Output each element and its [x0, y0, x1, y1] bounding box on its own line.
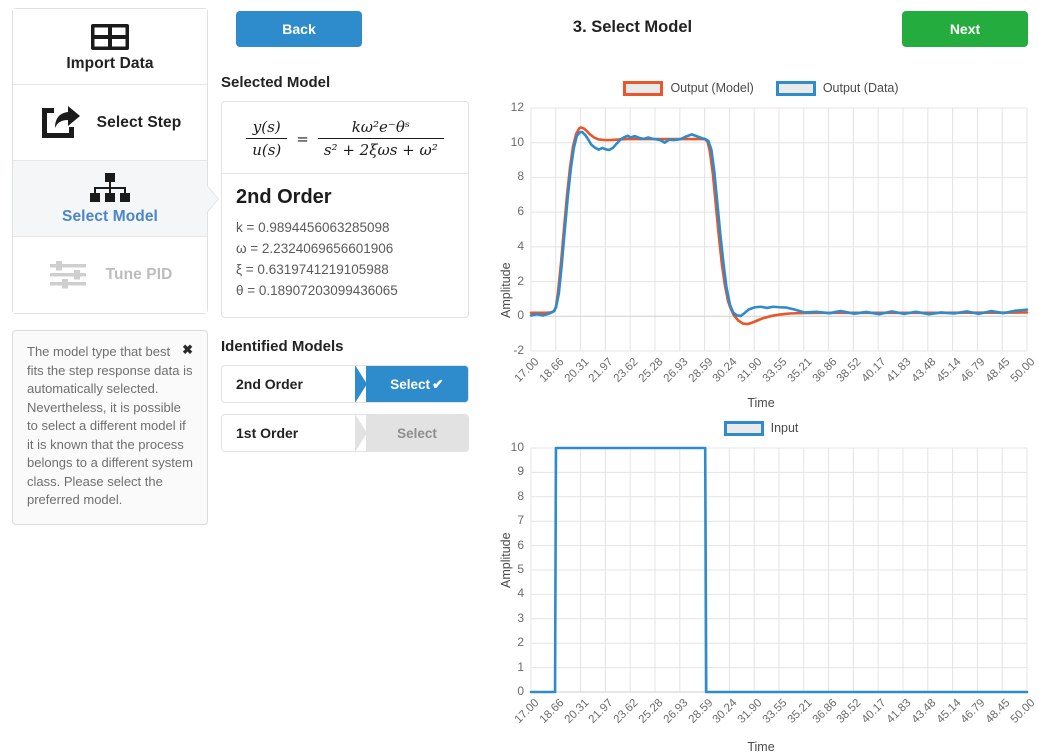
- selected-model-heading: Selected Model: [221, 74, 469, 91]
- sliders-icon: [48, 259, 90, 291]
- info-tooltip: ✖ The model type that best fits the step…: [12, 330, 208, 525]
- sidebar-item-label: Tune PID: [106, 266, 173, 284]
- share-step-icon: [39, 105, 81, 141]
- sidebar-item-select-model[interactable]: Select Model: [13, 161, 207, 237]
- hierarchy-icon: [87, 172, 133, 206]
- y-tick-label: 6: [487, 204, 524, 218]
- y-tick-label: 7: [487, 513, 524, 527]
- input-chart-legend: Input: [487, 418, 1035, 438]
- select-model-1st-order-button[interactable]: Select: [366, 415, 468, 451]
- model-row: 2nd Order Select ✔: [221, 365, 469, 403]
- model-param-omega: ω = 2.2324069656601906: [236, 238, 454, 259]
- model-row: 1st Order Select: [221, 414, 469, 452]
- select-label: Select: [390, 377, 430, 392]
- legend-label: Output (Model): [670, 81, 753, 95]
- legend-label: Output (Data): [823, 81, 899, 95]
- legend-label: Input: [771, 421, 799, 435]
- input-chart: Input 10987654321017.0018.6620.3121.9723…: [487, 418, 1035, 754]
- input-chart-xlabel: Time: [487, 740, 1035, 754]
- y-tick-label: 4: [487, 586, 524, 600]
- formula-numerator-left: y(s): [247, 118, 287, 138]
- sidebar-item-select-step[interactable]: Select Step: [13, 85, 207, 161]
- info-tooltip-text: The model type that best fits the step r…: [27, 344, 193, 507]
- next-button[interactable]: Next: [902, 11, 1028, 47]
- y-tick-label: 12: [487, 100, 524, 114]
- model-panel: Selected Model y(s) u(s) = kω²e⁻θˢ s² + …: [221, 8, 469, 463]
- legend-swatch-output-model: [623, 81, 663, 96]
- y-tick-label: 1: [487, 660, 524, 674]
- y-tick-label: 0: [487, 684, 524, 698]
- y-tick-label: 10: [487, 135, 524, 149]
- formula-denominator-right: s² + 2ξωs + ω²: [318, 138, 444, 159]
- transfer-function-formula: y(s) u(s) = kω²e⁻θˢ s² + 2ξωs + ω²: [222, 102, 468, 174]
- legend-item-output-model[interactable]: Output (Model): [623, 81, 753, 96]
- y-tick-label: 2: [487, 635, 524, 649]
- y-tick-label: -2: [487, 343, 524, 357]
- sidebar-item-label: Import Data: [66, 55, 153, 73]
- y-tick-label: 8: [487, 489, 524, 503]
- sidebar-item-label: Select Step: [97, 114, 182, 132]
- sidebar-item-label: Select Model: [62, 208, 158, 226]
- page-title: 3. Select Model: [470, 18, 795, 37]
- model-row-name: 2nd Order: [222, 366, 366, 402]
- y-tick-label: 8: [487, 169, 524, 183]
- identified-models: Identified Models 2nd Order Select ✔ 1st…: [221, 338, 469, 452]
- y-tick-label: 3: [487, 611, 524, 625]
- sidebar-item-tune-pid[interactable]: Tune PID: [13, 237, 207, 313]
- output-chart-xlabel: Time: [487, 396, 1035, 410]
- model-param-xi: ξ = 0.6319741219105988: [236, 259, 454, 280]
- close-icon[interactable]: ✖: [182, 343, 193, 357]
- select-model-2nd-order-button[interactable]: Select ✔: [366, 366, 468, 402]
- formula-equals: =: [296, 130, 309, 148]
- check-icon: ✔: [432, 376, 444, 393]
- model-param-theta: θ = 0.18907203099436065: [236, 280, 454, 301]
- sidebar-item-import-data[interactable]: Import Data: [13, 9, 207, 85]
- model-param-k: k = 0.9894456063285098: [236, 217, 454, 238]
- selected-model-name: 2nd Order: [236, 186, 454, 209]
- wizard-steps: Import Data Select Step: [12, 8, 208, 314]
- legend-item-output-data[interactable]: Output (Data): [776, 81, 899, 96]
- active-step-arrow-icon: [207, 186, 218, 212]
- identified-models-heading: Identified Models: [221, 338, 469, 355]
- y-tick-label: 10: [487, 440, 524, 454]
- output-chart: Output (Model) Output (Data) 121086420-2…: [487, 78, 1035, 413]
- select-label: Select: [397, 426, 437, 441]
- legend-swatch-output-data: [776, 81, 816, 96]
- formula-denominator-left: u(s): [246, 138, 287, 159]
- output-chart-ylabel: Amplitude: [499, 262, 513, 318]
- input-chart-ylabel: Amplitude: [499, 532, 513, 588]
- model-row-name: 1st Order: [222, 415, 366, 451]
- legend-item-input[interactable]: Input: [724, 421, 799, 436]
- y-tick-label: 9: [487, 464, 524, 478]
- formula-numerator-right: kω²e⁻θˢ: [346, 118, 416, 138]
- y-tick-label: 4: [487, 239, 524, 253]
- selected-model-card: y(s) u(s) = kω²e⁻θˢ s² + 2ξωs + ω² 2nd O…: [221, 101, 469, 318]
- table-icon: [90, 21, 130, 53]
- output-chart-legend: Output (Model) Output (Data): [487, 78, 1035, 98]
- legend-swatch-input: [724, 421, 764, 436]
